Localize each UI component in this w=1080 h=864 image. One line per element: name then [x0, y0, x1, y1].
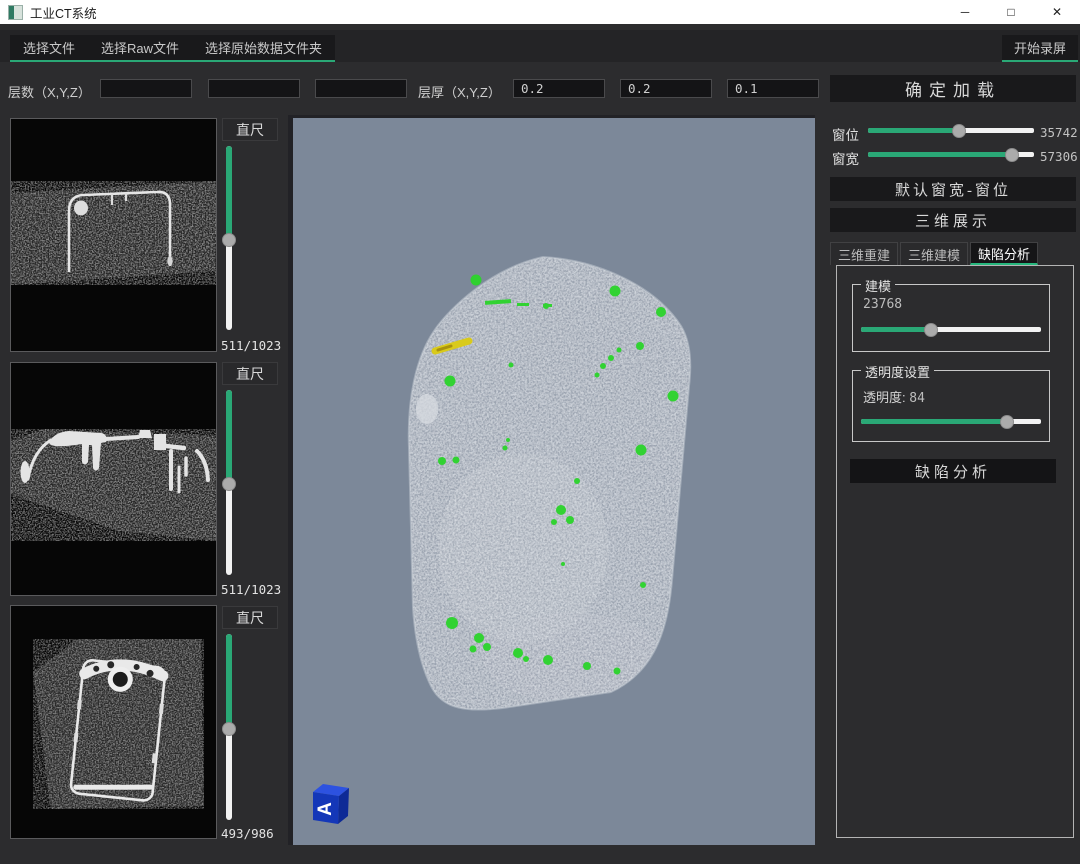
- window-title: 工业CT系统: [30, 3, 97, 22]
- modeling-slider[interactable]: [861, 327, 1041, 332]
- slice-view-axial[interactable]: [10, 118, 217, 352]
- slice-position-readout-2: 511/1023: [221, 582, 285, 597]
- toolbar: 选择文件 选择Raw文件 选择原始数据文件夹 开始录屏: [0, 30, 1080, 62]
- window-width-value: 57306: [1040, 149, 1078, 164]
- transparency-slider[interactable]: [861, 419, 1041, 424]
- app-icon: [8, 5, 23, 20]
- layers-z-input[interactable]: [315, 79, 407, 98]
- slice-position-readout-3: 493/986: [221, 826, 285, 841]
- slice-position-readout-1: 511/1023: [221, 338, 285, 353]
- default-wwwl-button[interactable]: 默认窗宽-窗位: [830, 177, 1076, 201]
- run-defect-analysis-button[interactable]: 缺陷分析: [850, 459, 1056, 483]
- transparency-groupbox: 透明度设置 透明度: 84: [852, 370, 1050, 442]
- file-button-group: 选择文件 选择Raw文件 选择原始数据文件夹: [10, 35, 335, 62]
- window-width-label: 窗宽: [832, 148, 859, 168]
- transparency-label: 透明度: 84: [863, 387, 925, 406]
- tab-3d-modeling[interactable]: 三维建模: [900, 242, 968, 265]
- minimize-icon[interactable]: ─: [942, 0, 988, 24]
- slider-thumb[interactable]: [1005, 148, 1019, 162]
- modeling-groupbox: 建模 23768: [852, 284, 1050, 352]
- slider-thumb[interactable]: [222, 722, 236, 736]
- window-level-value: 35742: [1040, 125, 1078, 140]
- ruler-button-3[interactable]: 直尺: [222, 606, 278, 629]
- maximize-icon[interactable]: □: [988, 0, 1034, 24]
- app-window: 工业CT系统 ─ □ ✕ 选择文件 选择Raw文件 选择原始数据文件夹 开始录屏…: [0, 0, 1080, 864]
- slice-position-slider-1[interactable]: [226, 146, 232, 330]
- thickness-label: 层厚（X,Y,Z）: [418, 82, 501, 101]
- slider-thumb[interactable]: [924, 323, 938, 337]
- svg-text:A: A: [315, 802, 336, 816]
- select-file-button[interactable]: 选择文件: [10, 35, 88, 60]
- confirm-load-button[interactable]: 确定加载: [830, 75, 1076, 102]
- layers-x-input[interactable]: [100, 79, 192, 98]
- thickness-z-input[interactable]: [727, 79, 819, 98]
- analysis-tabs: 三维重建 三维建模 缺陷分析: [830, 242, 1038, 265]
- ruler-button-2[interactable]: 直尺: [222, 362, 278, 385]
- slider-thumb[interactable]: [952, 124, 966, 138]
- display-3d-button[interactable]: 三维展示: [830, 208, 1076, 232]
- slice-position-slider-2[interactable]: [226, 390, 232, 575]
- slice-view-coronal[interactable]: [10, 362, 217, 596]
- layers-y-input[interactable]: [208, 79, 300, 98]
- thickness-x-input[interactable]: [513, 79, 605, 98]
- slice-view-sagittal[interactable]: [10, 605, 217, 839]
- window-level-label: 窗位: [832, 124, 859, 144]
- layers-label: 层数（X,Y,Z）: [8, 82, 91, 101]
- slider-thumb[interactable]: [1000, 415, 1014, 429]
- close-icon[interactable]: ✕: [1034, 0, 1080, 24]
- slider-thumb[interactable]: [222, 477, 236, 491]
- window-level-slider[interactable]: [868, 128, 1034, 133]
- cube-logo-icon: A: [313, 784, 349, 824]
- render-3d-viewport[interactable]: A: [288, 115, 815, 845]
- thickness-y-input[interactable]: [620, 79, 712, 98]
- slider-thumb[interactable]: [222, 233, 236, 247]
- window-width-slider[interactable]: [868, 152, 1034, 157]
- transparency-group-title: 透明度设置: [861, 362, 934, 381]
- select-raw-file-button[interactable]: 选择Raw文件: [88, 35, 192, 60]
- slice-position-slider-3[interactable]: [226, 634, 232, 820]
- ruler-button-1[interactable]: 直尺: [222, 118, 278, 141]
- start-recording-button[interactable]: 开始录屏: [1002, 35, 1078, 62]
- select-raw-data-folder-button[interactable]: 选择原始数据文件夹: [192, 35, 335, 60]
- transparency-value: 84: [909, 391, 925, 406]
- modeling-group-title: 建模: [861, 276, 895, 295]
- modeling-value: 23768: [863, 297, 902, 312]
- title-bar: 工业CT系统 ─ □ ✕: [0, 0, 1080, 24]
- tab-defect-analysis[interactable]: 缺陷分析: [970, 242, 1038, 265]
- tab-3d-reconstruction[interactable]: 三维重建: [830, 242, 898, 265]
